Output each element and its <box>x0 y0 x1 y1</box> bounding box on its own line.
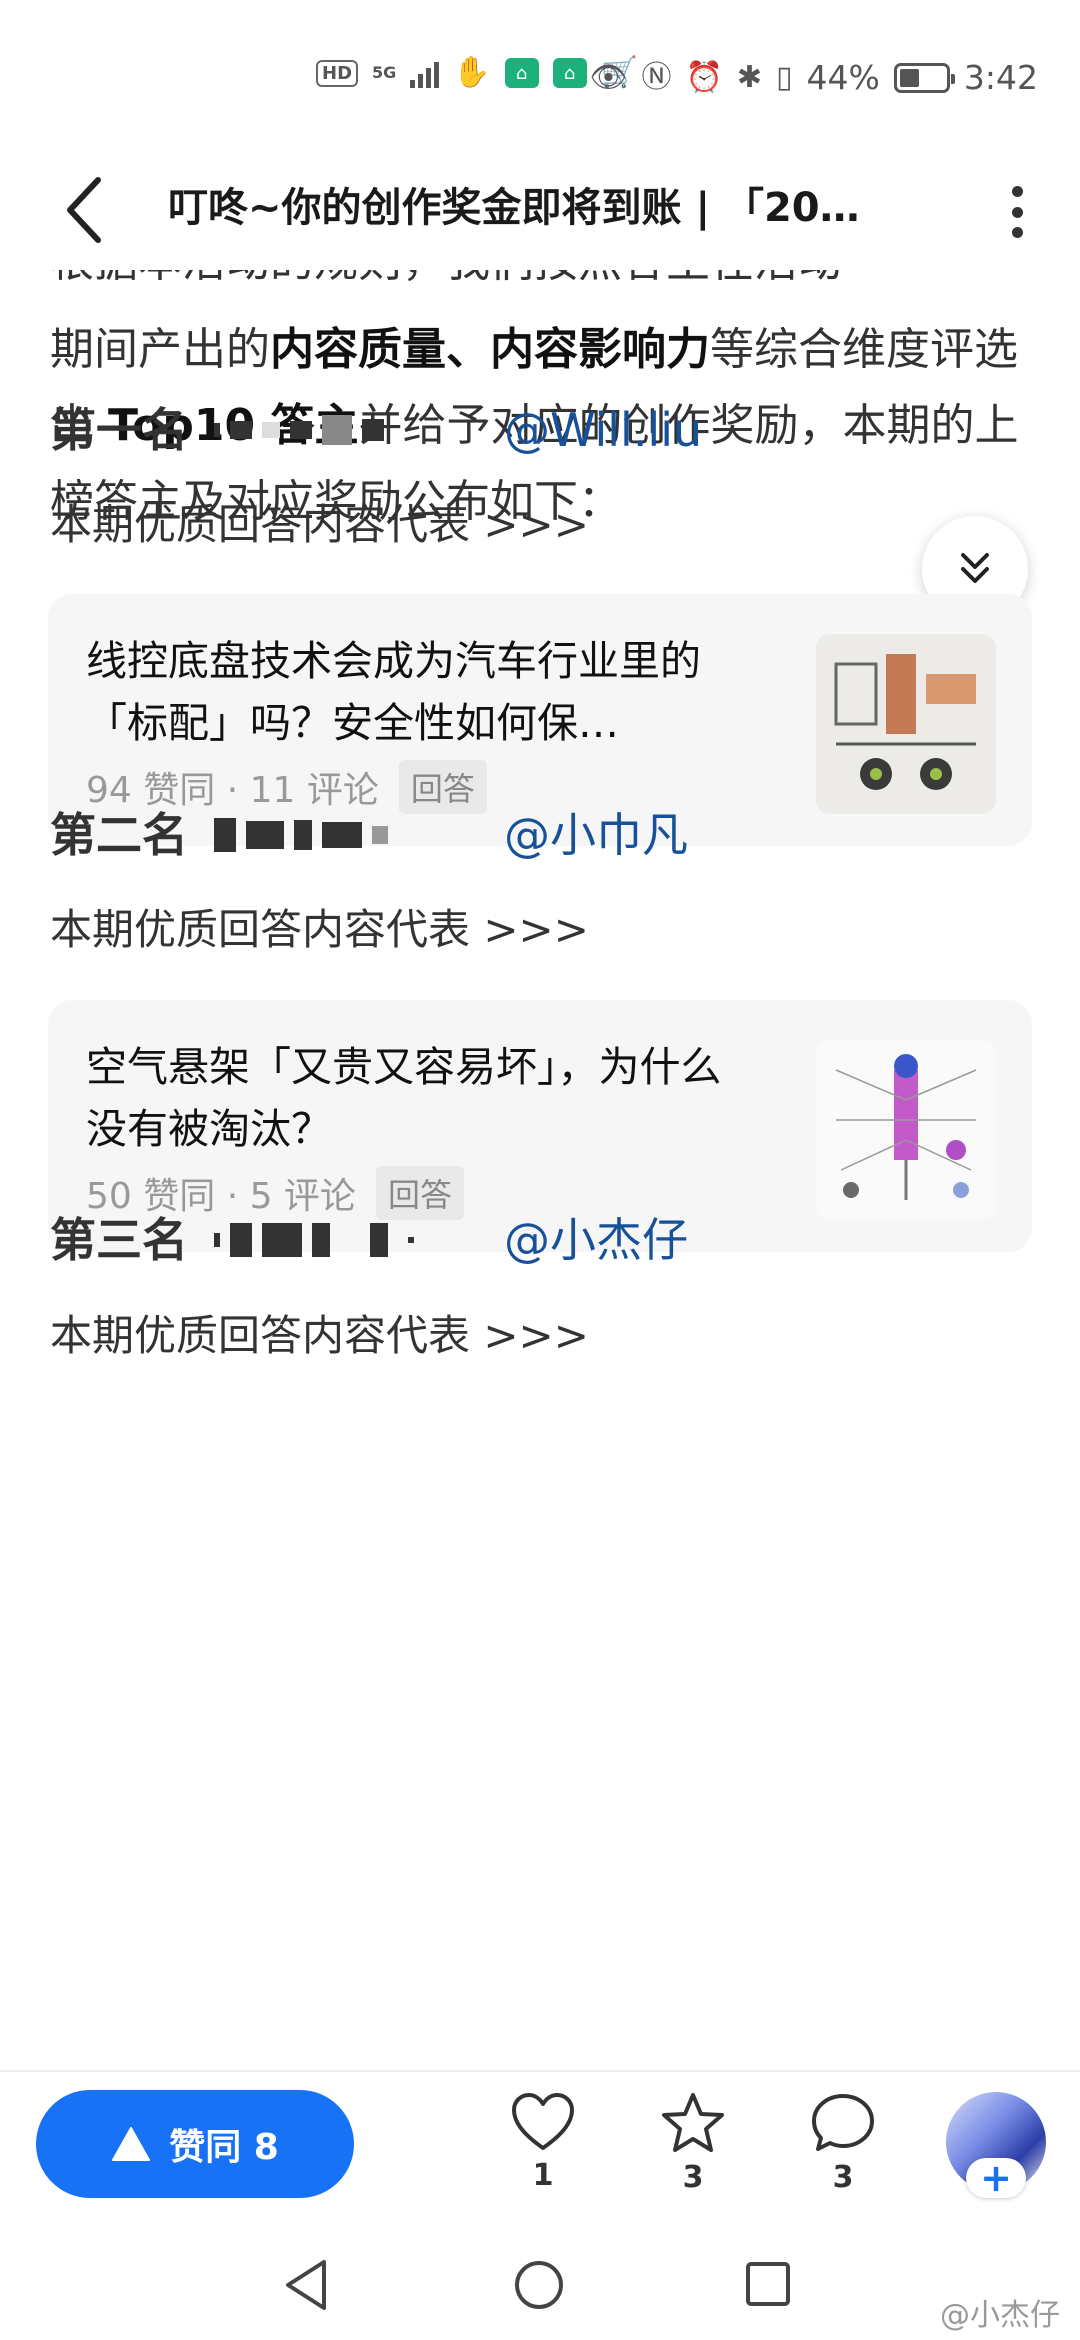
card-title: 空气悬架「又贵又容易坏」，为什么没有被淘汰？ <box>86 1043 722 1153</box>
user-mention[interactable]: @Will.liu <box>504 400 702 460</box>
card-title: 线控底盘技术会成为汽车行业里的「标配」吗？安全性如何保… <box>86 637 701 747</box>
status-right: 👁 Ⓝ ⏰ ✱ ▯ 44% 3:42 <box>589 58 1038 97</box>
page-title: 叮咚~你的创作奖金即将到账 | 「20… <box>168 185 860 231</box>
triangle-up-icon <box>112 2127 151 2161</box>
app-notification-icon-2: ⌂ <box>552 58 587 88</box>
back-button[interactable] <box>56 170 116 250</box>
favorite-button[interactable]: 3 <box>648 2092 738 2195</box>
represent-label[interactable]: 本期优质回答内容代表 >>> <box>50 495 589 555</box>
comment-count: 3 <box>832 2160 854 2195</box>
user-mention[interactable]: @小杰仔 <box>504 1210 688 1270</box>
article-content[interactable]: 根据本活动的规则，我们按照答主在活动 期间产出的内容质量、内容影响力等综合维度评… <box>0 270 1080 2070</box>
signal-icon <box>410 58 440 88</box>
rank-label: 第二名 <box>50 808 188 862</box>
card-thumbnail <box>816 634 996 814</box>
nav-recents-icon[interactable] <box>744 2260 792 2308</box>
nav-back-icon[interactable] <box>282 2258 330 2312</box>
app-notification-icon: ⌂ <box>504 58 539 88</box>
rank-label: 第三名 <box>50 1213 188 1267</box>
hd-indicator: HD <box>316 59 359 87</box>
double-chevron-down-icon <box>961 553 989 583</box>
intro-text-1: 期间产出的 <box>50 324 270 375</box>
watermark: @小杰仔 <box>940 2298 1060 2333</box>
bluetooth-icon: ✱ <box>736 59 763 95</box>
heart-icon <box>512 2093 574 2150</box>
hand-icon: ✋ <box>453 55 491 90</box>
rank-2-row: 第二名 @小巾凡 <box>50 805 1050 865</box>
censored-name <box>214 805 474 865</box>
more-menu-button[interactable] <box>1002 180 1032 244</box>
rank-label: 第一名 <box>50 403 188 457</box>
clock: 3:42 <box>963 58 1038 97</box>
star-icon <box>662 2093 724 2152</box>
partial-text-line: 根据本活动的规则，我们按照答主在活动 <box>50 270 842 292</box>
battery-icon <box>893 62 955 93</box>
eye-icon: 👁 <box>589 59 628 95</box>
vibrate-icon: ▯ <box>776 59 793 95</box>
censored-name <box>214 400 474 460</box>
nfc-icon: Ⓝ <box>641 59 672 95</box>
comment-icon <box>812 2094 874 2151</box>
network-type: 5G <box>372 63 397 82</box>
nav-home-icon[interactable] <box>512 2258 566 2312</box>
alarm-icon: ⏰ <box>685 59 723 95</box>
represent-label[interactable]: 本期优质回答内容代表 >>> <box>50 900 589 960</box>
like-count: 1 <box>532 2158 554 2193</box>
intro-bold-1: 内容质量、内容影响力 <box>270 324 710 375</box>
agree-label: 赞同 8 <box>169 2127 279 2168</box>
chevron-left-icon <box>67 177 101 243</box>
user-mention[interactable]: @小巾凡 <box>504 805 688 865</box>
battery-percent: 44% <box>806 58 880 97</box>
system-nav-bar: @小杰仔 <box>0 2240 1080 2340</box>
bottom-action-bar: 赞同 8 1 3 3 + <box>0 2070 1080 2240</box>
follow-plus-button[interactable]: + <box>966 2158 1026 2198</box>
status-bar: HD 5G ✋ ⌂ ⌂ 🛒 👁 Ⓝ ⏰ ✱ ▯ 44% 3:42 <box>0 0 1080 150</box>
rank-1-row: 第一名 @Will.liu <box>50 400 1050 460</box>
comment-button[interactable]: 3 <box>798 2092 888 2195</box>
nav-bar: 叮咚~你的创作奖金即将到账 | 「20… <box>0 150 1080 270</box>
agree-button[interactable]: 赞同 8 <box>36 2090 354 2198</box>
censored-name <box>214 1210 474 1270</box>
rank-3-row: 第三名 @小杰仔 <box>50 1210 1050 1270</box>
favorite-count: 3 <box>682 2160 704 2195</box>
like-button[interactable]: 1 <box>498 2092 588 2193</box>
card-thumbnail <box>816 1040 996 1220</box>
represent-label[interactable]: 本期优质回答内容代表 >>> <box>50 1306 589 1366</box>
